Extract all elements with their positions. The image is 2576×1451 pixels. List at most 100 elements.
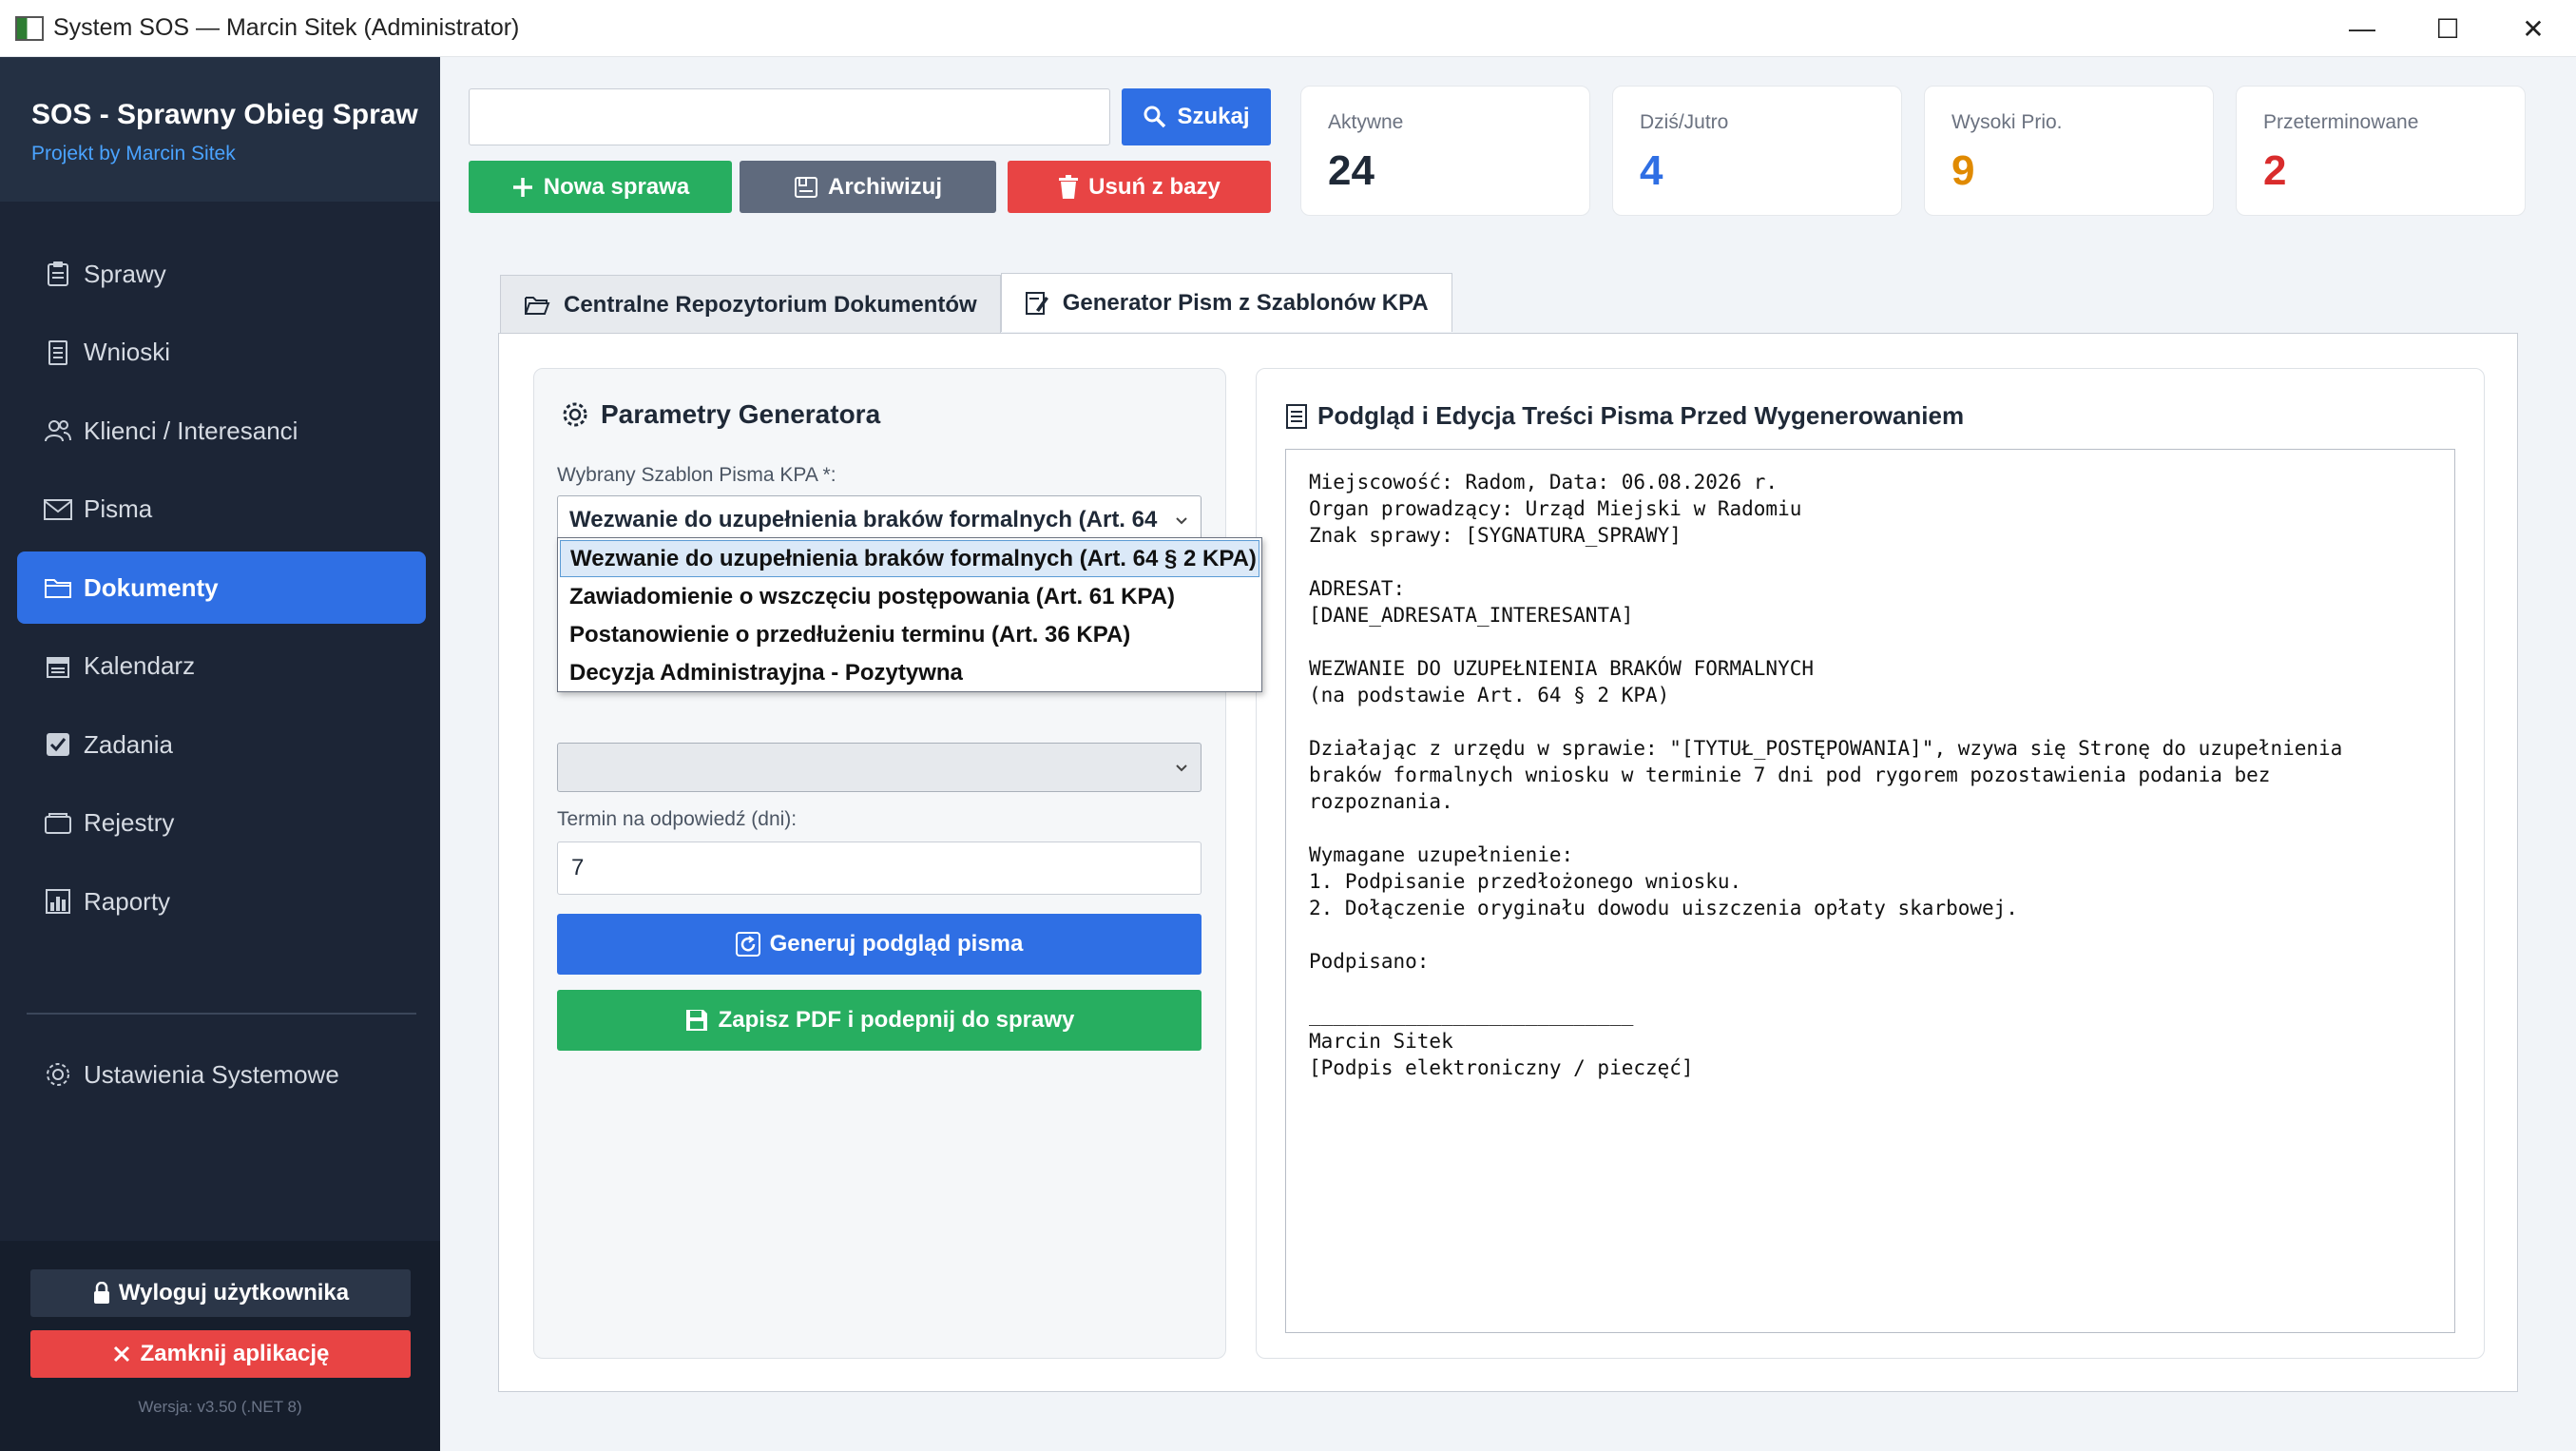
sidebar-item-label: Kalendarz [84, 651, 196, 680]
new-case-label: Nowa sprawa [543, 173, 690, 200]
secondary-select[interactable] [557, 743, 1201, 792]
dropdown-option[interactable]: Postanowienie o przedłużeniu terminu (Ar… [560, 616, 1259, 653]
maximize-button[interactable]: ☐ [2405, 0, 2490, 57]
stat-card-today: Dziś/Jutro 4 [1612, 86, 1902, 216]
tab-generator[interactable]: Generator Pism z Szablonów KPA [1000, 273, 1452, 332]
logout-label: Wyloguj użytkownika [118, 1280, 350, 1306]
sidebar-item-zadania[interactable]: Zadania [17, 708, 426, 781]
sidebar-item-raporty[interactable]: Raporty [17, 865, 426, 938]
bar-chart-icon [44, 888, 72, 915]
sidebar-item-label: Rejestry [84, 808, 175, 837]
search-button-label: Szukaj [1177, 104, 1250, 129]
sidebar-settings: Ustawienia Systemowe [17, 1038, 426, 1117]
generator-params-box: Parametry Generatora Wybrany Szablon Pis… [533, 368, 1226, 1359]
save-pdf-button[interactable]: Zapisz PDF i podepnij do sprawy [557, 990, 1201, 1051]
sidebar-item-label: Pisma [84, 494, 153, 523]
app-icon [15, 15, 44, 41]
preview-box: Podgląd i Edycja Treści Pisma Przed Wyge… [1256, 368, 2485, 1359]
floppy-disk-icon [684, 1008, 709, 1033]
sidebar-nav: Sprawy Wnioski Klienci / Interesanci Pis… [17, 238, 426, 944]
logout-button[interactable]: Wyloguj użytkownika [30, 1269, 411, 1317]
search-input[interactable] [469, 88, 1110, 145]
save-pdf-label: Zapisz PDF i podepnij do sprawy [718, 1007, 1075, 1033]
folder-open-icon [524, 295, 550, 316]
window-controls: — ☐ ✕ [2319, 0, 2576, 57]
document-icon [44, 339, 72, 366]
folder-icon [44, 574, 72, 601]
template-dropdown-list: Wezwanie do uzupełnienia braków formalny… [557, 537, 1262, 692]
sidebar-item-label: Klienci / Interesanci [84, 416, 298, 445]
preview-title-text: Podgląd i Edycja Treści Pisma Przed Wyge… [1317, 401, 1965, 430]
sidebar-item-ustawienia[interactable]: Ustawienia Systemowe [17, 1038, 426, 1111]
stat-label: Przeterminowane [2263, 111, 2419, 133]
stat-label: Dziś/Jutro [1640, 111, 1729, 133]
stat-label: Aktywne [1328, 111, 1404, 133]
stat-value: 24 [1328, 147, 1375, 194]
sidebar-divider [27, 1013, 416, 1015]
tab-label: Centralne Repozytorium Dokumentów [564, 291, 977, 318]
stat-value: 9 [1951, 147, 1975, 194]
search-button[interactable]: Szukaj [1122, 88, 1271, 145]
stat-value: 4 [1640, 147, 1663, 194]
gear-icon [561, 400, 589, 429]
clipboard-icon [44, 261, 72, 287]
deadline-input[interactable]: 7 [557, 842, 1201, 895]
sidebar-item-pisma[interactable]: Pisma [17, 474, 426, 546]
edit-document-icon [1025, 291, 1049, 316]
sidebar-item-label: Sprawy [84, 259, 166, 288]
tab-repository[interactable]: Centralne Repozytorium Dokumentów [500, 275, 1001, 334]
app-subtitle: Projekt by Marcin Sitek [31, 143, 236, 164]
version-text: Wersja: v3.50 (.NET 8) [138, 1398, 302, 1416]
register-icon [44, 810, 72, 837]
sidebar-item-label: Zadania [84, 729, 173, 759]
sidebar-item-label: Raporty [84, 886, 171, 916]
calendar-icon [44, 653, 72, 680]
sidebar-item-sprawy[interactable]: Sprawy [17, 238, 426, 310]
delete-label: Usuń z bazy [1088, 173, 1221, 200]
close-app-label: Zamknij aplikację [140, 1341, 330, 1366]
stat-card-overdue: Przeterminowane 2 [2236, 86, 2526, 216]
document-tabs: Centralne Repozytorium Dokumentów Genera… [500, 273, 1452, 334]
generator-title-text: Parametry Generatora [601, 399, 881, 429]
stat-card-high-priority: Wysoki Prio. 9 [1924, 86, 2214, 216]
close-window-button[interactable]: ✕ [2490, 0, 2576, 57]
sidebar-item-wnioski[interactable]: Wnioski [17, 317, 426, 389]
app-name: SOS - Sprawny Obieg Spraw [31, 99, 418, 130]
window-title-bar: System SOS — Marcin Sitek (Administrator… [0, 0, 2576, 57]
sidebar-item-rejestry[interactable]: Rejestry [17, 787, 426, 860]
dropdown-option[interactable]: Wezwanie do uzupełnienia braków formalny… [560, 540, 1259, 577]
dropdown-option[interactable]: Decyzja Administrayjna - Pozytywna [560, 654, 1259, 691]
close-app-button[interactable]: Zamknij aplikację [30, 1330, 411, 1378]
users-icon [44, 417, 72, 444]
brand-header: SOS - Sprawny Obieg Spraw Projekt by Mar… [0, 57, 440, 202]
archive-label: Archiwizuj [827, 173, 942, 200]
minimize-button[interactable]: — [2319, 0, 2405, 57]
sidebar-item-label: Wnioski [84, 338, 171, 366]
close-icon [112, 1345, 131, 1364]
sidebar-item-kalendarz[interactable]: Kalendarz [17, 630, 426, 703]
stat-value: 2 [2263, 147, 2287, 194]
envelope-icon [44, 496, 72, 523]
dropdown-option[interactable]: Zawiadomienie o wszczęciu postępowania (… [560, 578, 1259, 615]
checkbox-icon [44, 731, 72, 758]
preview-text-editor[interactable]: Miejscowość: Radom, Data: 06.08.2026 r. … [1285, 449, 2455, 1333]
sidebar-item-klienci[interactable]: Klienci / Interesanci [17, 395, 426, 467]
archive-button[interactable]: Archiwizuj [740, 161, 996, 213]
refresh-icon [735, 932, 760, 957]
gear-icon [44, 1061, 72, 1088]
template-label: Wybrany Szablon Pisma KPA *: [557, 464, 836, 486]
deadline-label: Termin na odpowiedź (dni): [557, 808, 798, 830]
sidebar-item-dokumenty[interactable]: Dokumenty [17, 551, 426, 624]
generator-panel: Parametry Generatora Wybrany Szablon Pis… [498, 333, 2518, 1392]
preview-text: Miejscowość: Radom, Data: 06.08.2026 r. … [1309, 471, 2343, 1079]
generate-preview-button[interactable]: Generuj podgląd pisma [557, 914, 1201, 975]
deadline-input-value: 7 [571, 855, 585, 880]
sidebar-item-label: Dokumenty [84, 572, 219, 602]
new-case-button[interactable]: Nowa sprawa [469, 161, 732, 213]
tab-label: Generator Pism z Szablonów KPA [1062, 289, 1429, 316]
stat-label: Wysoki Prio. [1951, 111, 2063, 133]
trash-icon [1058, 174, 1079, 200]
chevron-down-icon [1172, 757, 1191, 784]
delete-button[interactable]: Usuń z bazy [1008, 161, 1271, 213]
generate-preview-label: Generuj podgląd pisma [769, 931, 1024, 957]
